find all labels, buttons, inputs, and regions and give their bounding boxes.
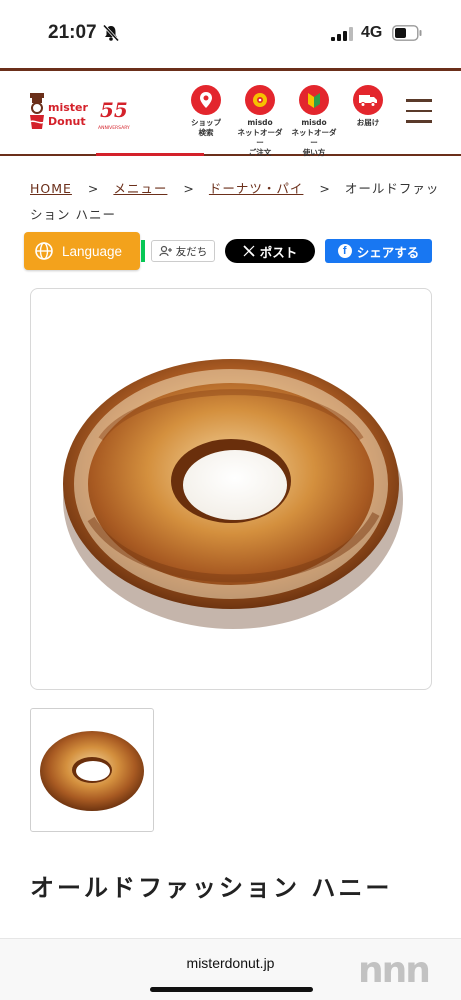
donut-image <box>63 359 403 629</box>
delivery-truck-icon <box>353 85 383 115</box>
nav-delivery-label: お届け <box>356 118 380 127</box>
logo-text-mister: mister <box>48 101 88 114</box>
product-title: オールドファッション ハニー <box>30 874 393 902</box>
nav-net-order[interactable]: misdo ネットオーダー ご注文 <box>234 85 286 158</box>
breadcrumb-menu[interactable]: メニュー <box>113 181 167 196</box>
nav-shop-search[interactable]: ショップ 検索 <box>180 85 232 138</box>
line-add-friend-label: 友だち <box>175 245 208 258</box>
nav-net-order-howto-label: misdo ネットオーダー 使い方 <box>291 118 337 157</box>
facebook-icon: f <box>337 244 352 258</box>
line-accent <box>141 240 145 262</box>
facebook-share-button[interactable]: f シェアする <box>325 239 432 263</box>
logo-text-donut: Donut <box>48 115 86 128</box>
donut-thumbnail-image <box>40 731 144 811</box>
nav-net-order-howto[interactable]: misdo ネットオーダー 使い方 <box>288 85 340 158</box>
beginner-icon <box>299 85 329 115</box>
line-add-friend-button[interactable]: 友だち <box>141 240 215 262</box>
x-post-button[interactable]: ポスト <box>225 239 315 263</box>
logo-anniversary-sub: ANNIVERSARY <box>98 125 130 131</box>
status-bar: 21:07 4G <box>0 0 461 68</box>
nav-shop-search-label: ショップ 検索 <box>191 118 221 137</box>
breadcrumb-separator: > <box>319 181 331 196</box>
language-label: Language <box>62 243 123 259</box>
breadcrumb: HOME > メニュー > ドーナツ・パイ > オールドファッション ハニー <box>30 176 440 228</box>
order-icon <box>245 85 275 115</box>
bell-slash-icon <box>102 24 120 42</box>
globe-icon <box>35 242 53 260</box>
nav-net-order-label: misdo ネットオーダー ご注文 <box>237 118 283 157</box>
network-type: 4G <box>361 24 383 41</box>
product-thumbnail[interactable] <box>30 708 154 832</box>
logo-anniversary-number: 55 <box>100 98 128 122</box>
x-post-label: ポスト <box>259 244 298 260</box>
add-friend-icon <box>159 245 172 257</box>
language-button[interactable]: Language <box>24 232 140 270</box>
facebook-share-label: シェアする <box>356 244 420 260</box>
nav-delivery[interactable]: お届け <box>342 85 394 128</box>
breadcrumb-home[interactable]: HOME <box>30 181 72 196</box>
breadcrumb-donut-pie[interactable]: ドーナツ・パイ <box>209 181 304 196</box>
hamburger-menu-icon[interactable] <box>406 99 432 123</box>
home-indicator[interactable] <box>150 987 313 992</box>
status-time: 21:07 <box>48 22 97 43</box>
site-header: mister Donut 55 ANNIVERSARY ショップ 検索 misd… <box>0 68 461 158</box>
x-logo-icon <box>243 245 255 257</box>
breadcrumb-separator: > <box>183 181 195 196</box>
watermark-logo: nnn <box>358 950 431 991</box>
product-main-image <box>30 288 432 690</box>
signal-icon <box>331 27 353 41</box>
battery-icon <box>392 25 422 41</box>
active-indicator <box>96 153 204 156</box>
breadcrumb-separator: > <box>87 181 100 196</box>
mister-donut-logo[interactable]: mister Donut 55 ANNIVERSARY <box>28 89 138 137</box>
map-pin-icon <box>191 85 221 115</box>
